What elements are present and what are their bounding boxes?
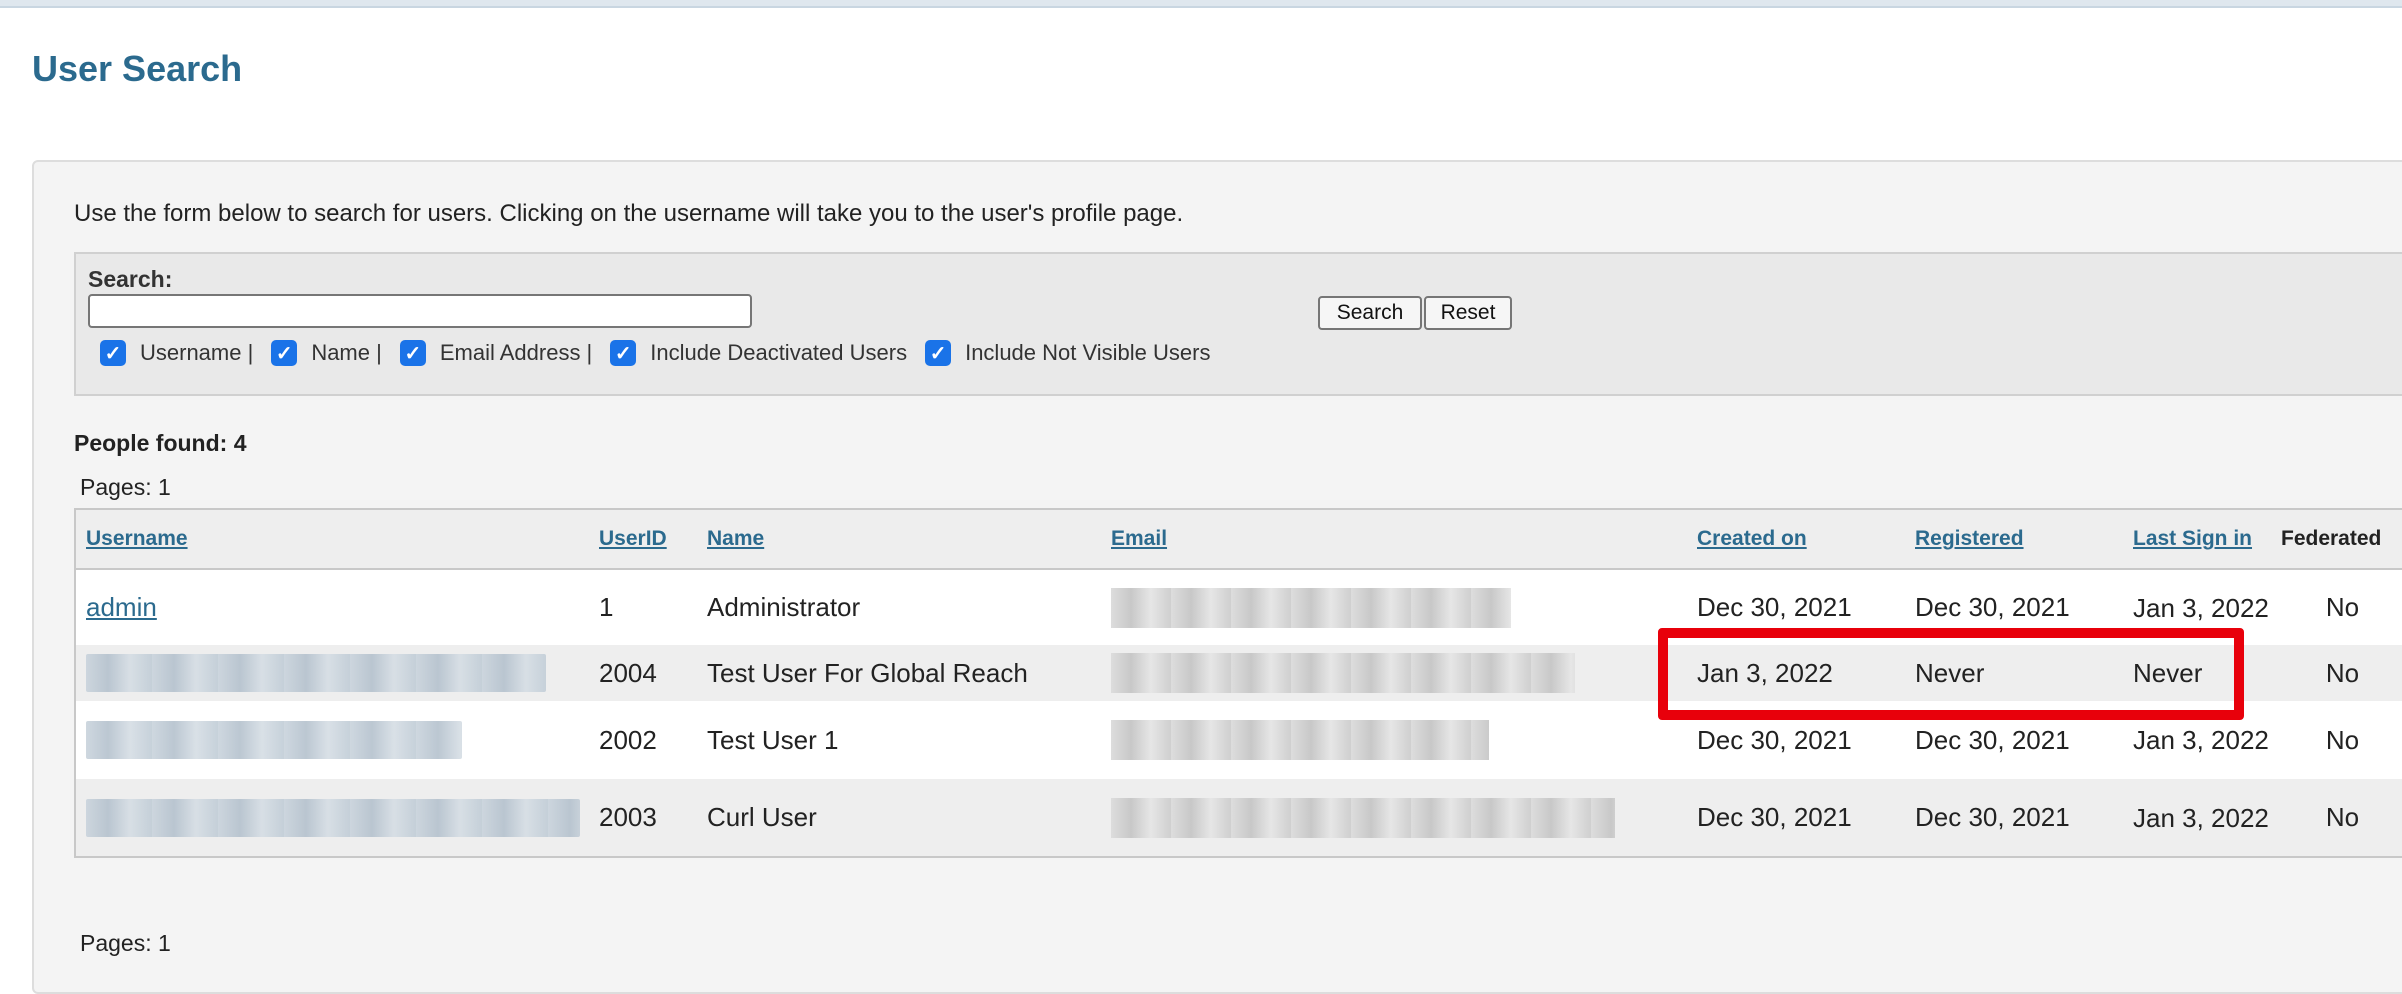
- redacted-email: [1111, 587, 1511, 628]
- checkbox-checked-icon[interactable]: ✓: [399, 340, 426, 366]
- cell-name: Test User 1: [707, 724, 839, 755]
- reset-button[interactable]: Reset: [1424, 296, 1512, 330]
- cell-registered: Dec 30, 2021: [1915, 724, 2070, 755]
- sort-created-link[interactable]: Created on: [1697, 527, 1807, 550]
- option-label: Username |: [140, 340, 254, 365]
- cell-userid: 1: [599, 592, 614, 622]
- cell-name: Test User For Global Reach: [707, 657, 1028, 688]
- cell-federated: No: [2325, 724, 2360, 755]
- intro-text: Use the form below to search for users. …: [74, 200, 1184, 227]
- option-label: Include Not Visible Users: [965, 340, 1211, 365]
- cell-userid: 2003: [599, 802, 657, 832]
- option-name[interactable]: ✓ Name |: [271, 340, 382, 366]
- cell-created-on: Dec 30, 2021: [1697, 802, 1852, 832]
- sort-username-link[interactable]: Username: [86, 527, 188, 550]
- pagination-bottom: Pages: 1: [80, 930, 171, 956]
- cell-registered: Never: [1915, 657, 1985, 688]
- cell-username[interactable]: [75, 701, 589, 779]
- checkbox-checked-icon[interactable]: ✓: [925, 340, 952, 366]
- option-include-deactivated[interactable]: ✓ Include Deactivated Users: [610, 340, 907, 366]
- table-row: 2004 Test User For Global Reach Jan 3, 2…: [75, 645, 2402, 701]
- table-header-row: Username UserID Name Email Created on Re…: [75, 509, 2402, 570]
- redacted-email: [1111, 797, 1615, 838]
- option-label: Include Deactivated Users: [650, 340, 908, 365]
- redacted-email: [1111, 720, 1489, 760]
- cell-federated: No: [2325, 592, 2360, 622]
- cell-email: [1101, 701, 1687, 779]
- cell-username[interactable]: [75, 645, 589, 701]
- redacted-username-link[interactable]: [86, 654, 546, 692]
- cell-username[interactable]: [75, 779, 589, 857]
- table-row: admin 1 Administrator Dec 30, 2021 Dec 3…: [75, 569, 2402, 645]
- search-input[interactable]: [88, 294, 752, 328]
- cell-created-on: Dec 30, 2021: [1697, 592, 1852, 622]
- table-row: 2003 Curl User Dec 30, 2021 Dec 30, 2021…: [75, 779, 2402, 857]
- cell-last-sign-in: Jan 3, 2022: [2133, 592, 2269, 623]
- cell-email: [1101, 569, 1687, 645]
- cell-name: Administrator: [707, 592, 861, 622]
- top-border: [0, 0, 2402, 8]
- redacted-username-link[interactable]: [86, 798, 580, 837]
- column-username[interactable]: Username: [75, 509, 589, 570]
- page-title: User Search: [32, 48, 243, 89]
- sort-email-link[interactable]: Email: [1111, 527, 1167, 550]
- cell-userid: 2002: [599, 724, 657, 755]
- sort-last-sign-in-link[interactable]: Last Sign in: [2133, 527, 2252, 550]
- cell-created-on: Jan 3, 2022: [1697, 657, 1833, 688]
- cell-last-sign-in: Jan 3, 2022: [2133, 802, 2269, 833]
- cell-created-on: Dec 30, 2021: [1697, 724, 1852, 755]
- cell-federated: No: [2325, 657, 2360, 688]
- checkbox-checked-icon[interactable]: ✓: [271, 340, 298, 366]
- cell-registered: Dec 30, 2021: [1915, 802, 2070, 832]
- username-link[interactable]: admin: [86, 592, 157, 622]
- cell-federated: No: [2325, 802, 2360, 832]
- redacted-email: [1111, 653, 1575, 693]
- column-last-sign-in[interactable]: Last Sign in: [2123, 509, 2271, 570]
- checkbox-checked-icon[interactable]: ✓: [100, 340, 126, 366]
- cell-name: Curl User: [707, 802, 817, 832]
- cell-userid: 2004: [599, 657, 657, 688]
- cell-registered: Dec 30, 2021: [1915, 592, 2070, 622]
- column-created-on[interactable]: Created on: [1687, 509, 1905, 570]
- search-options: ✓ Username | ✓ Name | ✓ Email Address | …: [100, 340, 1228, 366]
- option-label: Name |: [311, 340, 382, 365]
- table-row: 2002 Test User 1 Dec 30, 2021 Dec 30, 20…: [75, 701, 2402, 779]
- column-userid[interactable]: UserID: [589, 509, 697, 570]
- checkbox-checked-icon[interactable]: ✓: [610, 340, 637, 366]
- sort-userid-link[interactable]: UserID: [599, 527, 667, 550]
- option-email[interactable]: ✓ Email Address |: [399, 340, 593, 366]
- pagination-top: Pages: 1: [80, 474, 171, 500]
- column-email[interactable]: Email: [1101, 509, 1687, 570]
- column-registered[interactable]: Registered: [1905, 509, 2123, 570]
- cell-last-sign-in: Jan 3, 2022: [2133, 725, 2269, 755]
- sort-name-link[interactable]: Name: [707, 527, 764, 550]
- cell-username[interactable]: admin: [75, 569, 589, 645]
- column-name[interactable]: Name: [697, 509, 1101, 570]
- cell-email: [1101, 779, 1687, 857]
- results-table: Username UserID Name Email Created on Re…: [74, 508, 2402, 858]
- option-username[interactable]: ✓ Username |: [100, 340, 253, 366]
- redacted-username-link[interactable]: [86, 721, 462, 759]
- column-federated: Federated: [2271, 509, 2402, 570]
- cell-email: [1101, 645, 1687, 701]
- search-button[interactable]: Search: [1318, 296, 1422, 330]
- option-include-not-visible[interactable]: ✓ Include Not Visible Users: [925, 340, 1210, 366]
- search-label: Search:: [88, 266, 173, 292]
- cell-last-sign-in: Never: [2133, 657, 2203, 688]
- sort-registered-link[interactable]: Registered: [1915, 527, 2024, 550]
- people-found-count: People found: 4: [74, 430, 247, 456]
- option-label: Email Address |: [439, 340, 593, 365]
